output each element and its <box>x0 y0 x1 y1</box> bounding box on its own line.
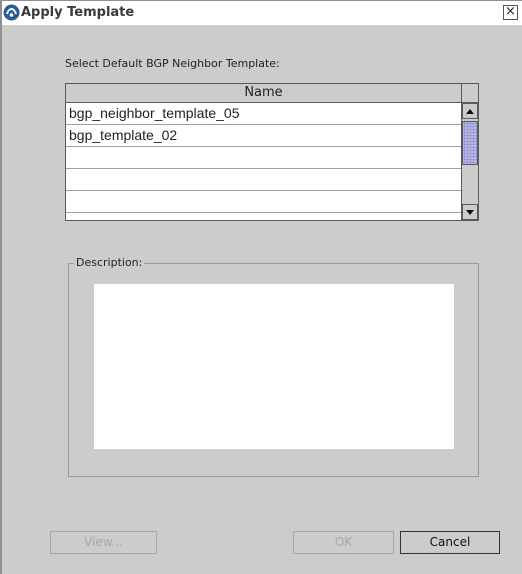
table-row[interactable]: bgp_neighbor_template_05 <box>66 103 461 125</box>
close-icon: × <box>505 4 516 19</box>
table-row[interactable] <box>66 147 461 169</box>
table-row[interactable]: bgp_template_02 <box>66 125 461 147</box>
table-header-corner <box>461 84 478 103</box>
scroll-down-button[interactable] <box>462 204 478 220</box>
dialog-title: Apply Template <box>21 5 135 20</box>
column-header-name[interactable]: Name <box>66 84 461 103</box>
description-text-area[interactable] <box>94 284 454 449</box>
scroll-thumb[interactable] <box>462 121 478 165</box>
table-row[interactable] <box>66 191 461 213</box>
ok-button[interactable]: OK <box>293 531 394 554</box>
template-prompt-label: Select Default BGP Neighbor Template: <box>65 57 280 70</box>
table-rows: bgp_neighbor_template_05 bgp_template_02 <box>66 103 461 213</box>
view-button[interactable]: View... <box>50 531 157 554</box>
arrow-up-icon <box>466 109 474 114</box>
sun-logo-icon <box>3 4 20 21</box>
template-table: Name bgp_neighbor_template_05 bgp_templa… <box>65 83 479 221</box>
close-button[interactable]: × <box>503 5 518 20</box>
table-row[interactable] <box>66 169 461 191</box>
title-bar[interactable]: Apply Template × <box>2 1 522 25</box>
cancel-button[interactable]: Cancel <box>400 531 500 554</box>
description-label: Description: <box>74 256 145 269</box>
apply-template-dialog: Apply Template × Select Default BGP Neig… <box>0 0 522 574</box>
arrow-down-icon <box>466 210 474 215</box>
table-vertical-scrollbar[interactable] <box>461 103 478 220</box>
scroll-up-button[interactable] <box>462 103 478 119</box>
